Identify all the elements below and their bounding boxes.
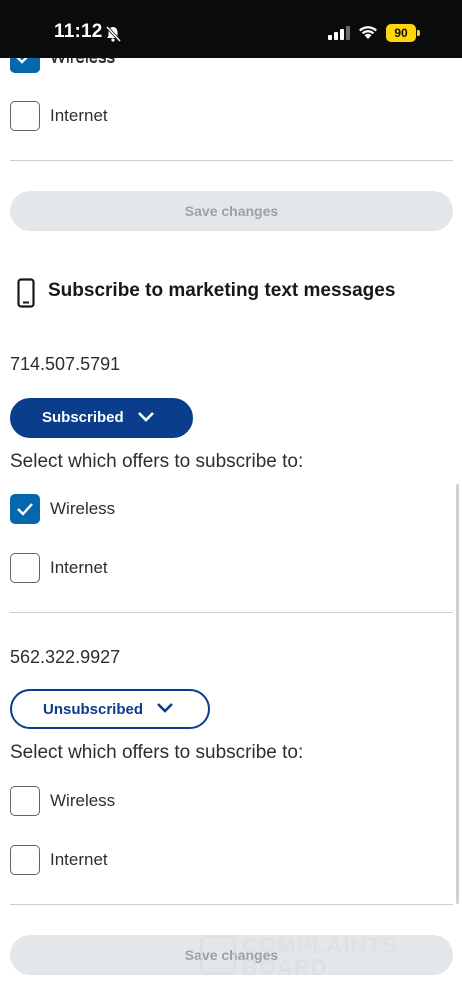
- divider: [10, 612, 453, 613]
- scrollbar[interactable]: [456, 484, 459, 904]
- section-title: Subscribe to marketing text messages: [48, 280, 396, 301]
- divider: [10, 160, 453, 161]
- wireless-label-top: Wireless: [50, 58, 115, 66]
- dropdown-label: Unsubscribed: [43, 701, 144, 718]
- battery-level-overlay: 90: [386, 24, 416, 42]
- subscription-status-dropdown-2[interactable]: Unsubscribed: [10, 689, 210, 729]
- watermark-logo: COMPLAINTS BOARD RESOLVING: [200, 933, 415, 980]
- checkmark-icon: [17, 503, 33, 516]
- checkbox-wireless-2[interactable]: [10, 786, 40, 816]
- bell-muted-icon: [104, 25, 122, 43]
- checkbox-wireless-1[interactable]: [10, 494, 40, 524]
- chevron-down-icon: [157, 703, 173, 713]
- watermark-emblem: [200, 935, 236, 975]
- offers-prompt-1: Select which offers to subscribe to:: [10, 451, 304, 472]
- watermark-line2: BOARD: [242, 955, 328, 980]
- save-changes-button-top[interactable]: Save changes: [10, 191, 453, 231]
- wireless-label-sliver: Wireless: [50, 58, 130, 66]
- divider: [10, 904, 453, 905]
- subscription-status-dropdown-1[interactable]: Subscribed: [10, 398, 193, 438]
- phone-icon: [17, 278, 35, 308]
- cellular-signal-icon: [328, 26, 350, 40]
- status-bar-overlay: 11:12 90: [0, 0, 462, 58]
- phone-number-1: 714.507.5791: [10, 354, 121, 374]
- checkbox-label: Wireless: [50, 499, 116, 518]
- checkbox-internet-1[interactable]: [10, 553, 40, 583]
- checkbox-wireless-top-visible[interactable]: [10, 58, 40, 73]
- battery-icon: 90: [386, 24, 420, 42]
- chevron-down-icon: [138, 412, 154, 422]
- checkbox-label: Internet: [50, 850, 108, 869]
- phone-number-2: 562.322.9927: [10, 647, 121, 667]
- checkbox-internet-2[interactable]: [10, 845, 40, 875]
- checkbox-label: Wireless: [50, 791, 116, 810]
- wifi-icon: [358, 24, 378, 40]
- dropdown-label: Subscribed: [42, 409, 124, 426]
- status-time-overlay: 11:12: [54, 21, 103, 42]
- checkbox-label: Internet: [50, 558, 108, 577]
- watermark-tag: RESOLVING: [332, 959, 397, 968]
- battery-cap: [417, 30, 420, 36]
- offers-prompt-2: Select which offers to subscribe to:: [10, 742, 304, 763]
- checkbox-label: Internet: [50, 106, 108, 125]
- checkbox-internet-top[interactable]: [10, 101, 40, 131]
